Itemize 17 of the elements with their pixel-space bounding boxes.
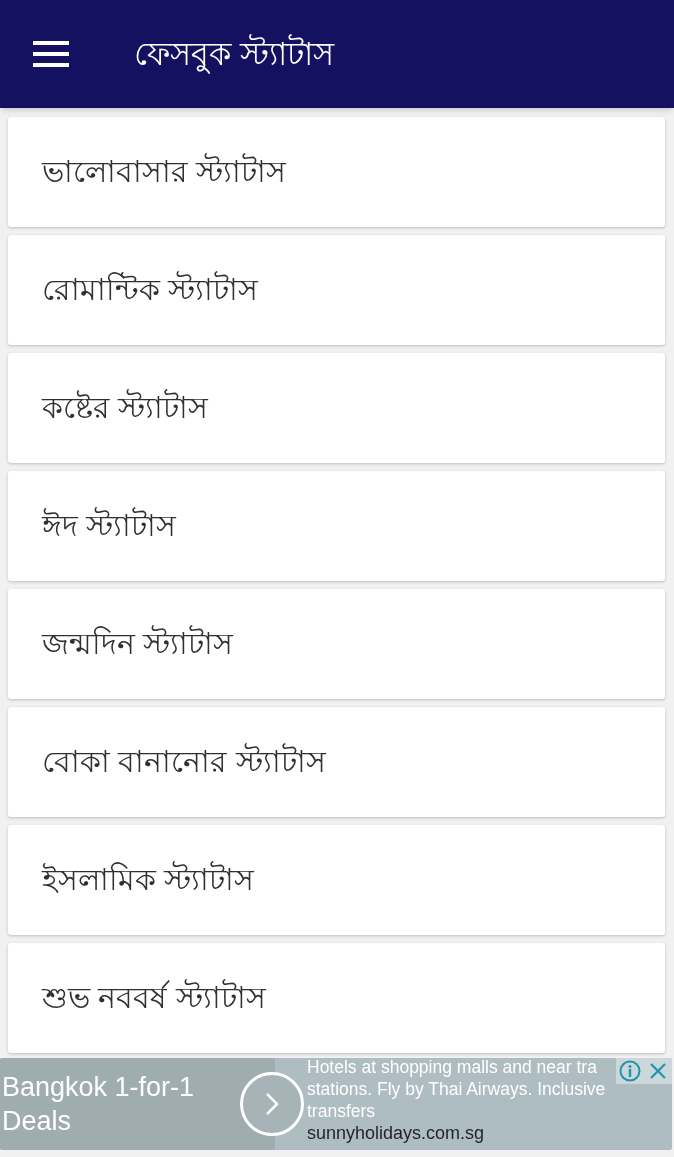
category-item[interactable]: ইসলামিক স্ট্যাটাস — [8, 825, 665, 935]
ad-description: Hotels at shopping malls and near tra stations. Fly by Thai Airways. Inclusive transfers — [307, 1058, 607, 1122]
chevron-right-icon — [265, 1092, 279, 1116]
category-item[interactable]: কষ্টের স্ট্যাটাস — [8, 353, 665, 463]
ad-banner[interactable]: Bangkok 1-for-1 Deals Hotels at shopping malls and near tra stations. Fly by Thai Airways. Inclusive transfers sunnyholidays.com.sg — [0, 1058, 672, 1150]
category-item[interactable]: ভালোবাসার স্ট্যাটাস — [8, 117, 665, 227]
category-item[interactable]: বোকা বানানোর স্ট্যাটাস — [8, 707, 665, 817]
category-item[interactable]: শুভ নববর্ষ স্ট্যাটাস — [8, 943, 665, 1053]
menu-icon — [33, 41, 69, 67]
category-item[interactable]: রোমান্টিক স্ট্যাটাস — [8, 235, 665, 345]
info-icon — [619, 1060, 641, 1082]
ad-url[interactable]: sunnyholidays.com.sg — [307, 1122, 627, 1144]
category-item[interactable]: ঈদ স্ট্যাটাস — [8, 471, 665, 581]
category-item[interactable]: জন্মদিন স্ট্যাটাস — [8, 589, 665, 699]
close-icon — [649, 1062, 667, 1080]
app-title: ফেসবুক স্ট্যাটাস — [134, 34, 334, 74]
ad-headline: Bangkok 1-for-1 Deals — [2, 1071, 196, 1138]
